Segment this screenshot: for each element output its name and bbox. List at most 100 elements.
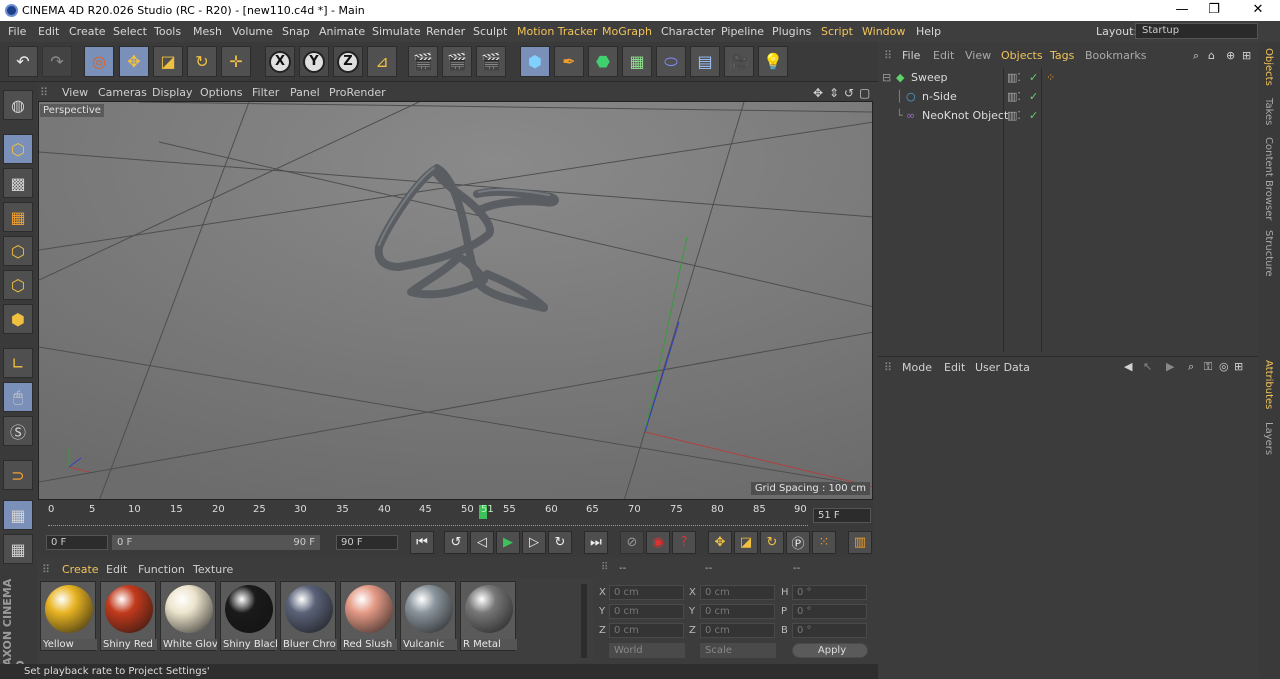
search-icon[interactable]: ⌕ — [1188, 360, 1194, 374]
preview-range-slider[interactable]: 0 F 90 F — [112, 535, 320, 550]
menu-mesh[interactable]: Mesh — [193, 25, 222, 38]
object-menu-file[interactable]: File — [902, 49, 920, 62]
tab-attributes[interactable]: Attributes — [1263, 360, 1274, 409]
tab-layers[interactable]: Layers — [1263, 422, 1274, 455]
scale-tool-button[interactable]: ◪ — [153, 46, 183, 77]
material-menu-create[interactable]: Create — [62, 563, 99, 576]
y-axis-button[interactable]: Y — [299, 46, 329, 77]
up-arrow-icon[interactable]: ↖ — [1143, 360, 1152, 373]
next-frame-button[interactable]: ▷ — [522, 531, 546, 554]
home-icon[interactable]: ⌂ — [1208, 49, 1215, 62]
object-menu-bookmarks[interactable]: Bookmarks — [1085, 49, 1146, 62]
viewport-menu-view[interactable]: View — [62, 86, 88, 99]
forward-arrow-icon[interactable]: ▶ — [1166, 360, 1174, 373]
expand-icon[interactable]: ⊞ — [1234, 360, 1243, 373]
menu-simulate[interactable]: Simulate — [372, 25, 421, 38]
render-settings-button[interactable]: 🎬 — [476, 46, 506, 77]
enabled-check-icon[interactable]: ✓ — [1029, 109, 1038, 122]
material-swatch[interactable]: Yellow — [40, 581, 97, 651]
material-swatch[interactable]: Vulcanic — [400, 581, 457, 651]
material-menu-texture[interactable]: Texture — [193, 563, 233, 576]
viewport-menu-options[interactable]: Options — [200, 86, 242, 99]
3d-viewport[interactable]: Perspective Grid Spacing : 100 cm — [38, 101, 873, 500]
coordinate-system-button[interactable]: ⊿ — [367, 46, 397, 77]
menu-volume[interactable]: Volume — [232, 25, 273, 38]
object-menu-view[interactable]: View — [965, 49, 991, 62]
material-menu-function[interactable]: Function — [138, 563, 185, 576]
target-icon[interactable]: ◎ — [1219, 360, 1229, 373]
add-deformer-button[interactable]: ⬭ — [656, 46, 686, 77]
viewport-menu-panel[interactable]: Panel — [290, 86, 320, 99]
snapping-button[interactable]: Ⓢ — [3, 416, 33, 446]
end-frame-field[interactable]: 90 F — [336, 535, 398, 550]
tab-structure[interactable]: Structure — [1263, 230, 1274, 277]
tab-takes[interactable]: Takes — [1263, 98, 1274, 125]
timeline-ruler[interactable]: 0 5 10 15 20 25 30 35 40 45 50 51 55 60 … — [38, 500, 873, 530]
recent-tool-button[interactable]: ✛ — [221, 46, 251, 77]
axis-mode-button[interactable]: ∟ — [3, 348, 33, 378]
size-y-field[interactable]: 0 cm — [700, 604, 775, 619]
viewport-menu-prorender[interactable]: ProRender — [329, 86, 386, 99]
tab-objects[interactable]: Objects — [1263, 48, 1274, 86]
rot-b-field[interactable]: 0 ° — [792, 623, 867, 638]
add-array-button[interactable]: ▦ — [622, 46, 652, 77]
size-mode-select[interactable]: Scale — [700, 643, 776, 658]
attribute-menu-edit[interactable]: Edit — [944, 361, 965, 374]
size-z-field[interactable]: 0 cm — [700, 623, 775, 638]
material-swatch[interactable]: White Glov — [160, 581, 217, 651]
add-spline-button[interactable]: ✒ — [554, 46, 584, 77]
go-to-end-button[interactable]: ⏭ — [584, 531, 608, 554]
move-tool-button[interactable]: ✥ — [119, 46, 149, 77]
material-swatch[interactable]: Bluer Chro — [280, 581, 337, 651]
x-axis-button[interactable]: X — [265, 46, 295, 77]
maximize-button[interactable]: ❐ — [1199, 2, 1229, 18]
edges-mode-button[interactable]: ⬡ — [3, 270, 33, 300]
add-camera-button[interactable]: 🎥 — [724, 46, 754, 77]
texture-mode-button[interactable]: ▩ — [3, 168, 33, 198]
pos-y-field[interactable]: 0 cm — [609, 604, 684, 619]
material-swatch[interactable]: Shiny Black — [220, 581, 277, 651]
menu-help[interactable]: Help — [916, 25, 941, 38]
object-menu-objects[interactable]: Objects — [1001, 49, 1043, 62]
attribute-menu-mode[interactable]: Mode — [902, 361, 932, 374]
material-swatch[interactable]: Red Slush — [340, 581, 397, 651]
material-swatch[interactable]: Shiny Red — [100, 581, 157, 651]
next-key-button[interactable]: ↻ — [548, 531, 572, 554]
layout-select[interactable]: Startup — [1135, 23, 1258, 39]
close-button[interactable]: ✕ — [1243, 2, 1273, 18]
add-nurbs-button[interactable]: ⬣ — [588, 46, 618, 77]
viewport-toggle-icon[interactable]: ▢ — [859, 86, 870, 100]
make-editable-button[interactable]: ◍ — [3, 90, 33, 120]
key-point-level-button[interactable]: ⁙ — [812, 531, 836, 554]
viewport-menu-filter[interactable]: Filter — [252, 86, 279, 99]
menu-render[interactable]: Render — [426, 25, 465, 38]
add-light-button[interactable]: 💡 — [758, 46, 788, 77]
expand-icon[interactable]: ⊞ — [1242, 49, 1251, 62]
viewport-menu-cameras[interactable]: Cameras — [98, 86, 147, 99]
menu-pipeline[interactable]: Pipeline — [721, 25, 764, 38]
menu-tools[interactable]: Tools — [154, 25, 181, 38]
menu-plugins[interactable]: Plugins — [772, 25, 811, 38]
minimize-button[interactable]: — — [1167, 2, 1197, 18]
menu-sculpt[interactable]: Sculpt — [473, 25, 507, 38]
search-icon[interactable]: ⌕ — [1193, 49, 1199, 63]
workplane-mode-button[interactable]: ▦ — [3, 202, 33, 232]
visibility-dots[interactable]: ▥⁚ — [1007, 109, 1021, 122]
viewport-zoom-icon[interactable]: ⇕ — [829, 86, 839, 100]
rot-h-field[interactable]: 0 ° — [792, 585, 867, 600]
lock-workplane-button[interactable]: ▦ — [3, 500, 33, 530]
start-frame-field[interactable]: 0 F — [46, 535, 108, 550]
model-mode-button[interactable]: ⬡ — [3, 134, 33, 164]
attribute-menu-user-data[interactable]: User Data — [975, 361, 1030, 374]
lock-icon[interactable]: ⚿ — [1204, 360, 1212, 374]
enabled-check-icon[interactable]: ✓ — [1029, 71, 1038, 84]
redo-button[interactable]: ↷ — [42, 46, 72, 77]
menu-mograph[interactable]: MoGraph — [602, 25, 652, 38]
previous-key-button[interactable]: ↺ — [444, 531, 468, 554]
coordinate-space-select[interactable]: World — [609, 643, 685, 658]
record-keys-button[interactable]: ⊘ — [620, 531, 644, 554]
rot-p-field[interactable]: 0 ° — [792, 604, 867, 619]
rotate-tool-button[interactable]: ↻ — [187, 46, 217, 77]
points-mode-button[interactable]: ⬡ — [3, 236, 33, 266]
key-parameter-button[interactable]: Ⓟ — [786, 531, 810, 554]
